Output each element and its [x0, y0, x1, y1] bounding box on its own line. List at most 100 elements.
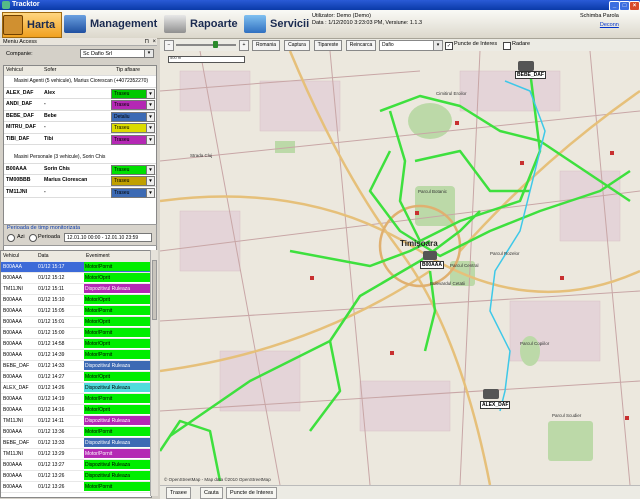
event-vehicle: BEBE_DAF — [3, 363, 30, 369]
event-type: Motor/Oprit — [84, 273, 151, 282]
event-row[interactable]: B00AAA 01/12 13:26 Motor/Pornit — [1, 482, 151, 493]
zoom-out-button[interactable]: − — [164, 40, 174, 51]
chevron-down-icon: ▾ — [146, 135, 154, 144]
event-row[interactable]: B00AAA 01/12 14:39 Motor/Pornit — [1, 350, 151, 361]
logout-link[interactable]: Deconn — [580, 22, 619, 29]
display-type-select[interactable]: Traseu ▾ — [111, 88, 155, 99]
event-type: Dispozitivul Ruleaza — [84, 284, 151, 293]
vehicle-row[interactable]: B00AAA Sorin Chis Traseu ▾ — [4, 164, 156, 175]
home-icon — [3, 15, 23, 35]
event-row[interactable]: B00AAA 01/12 15:12 Motor/Oprit — [1, 273, 151, 284]
event-row[interactable]: B00AAA 01/12 15:17 Motor/Pornit — [1, 262, 151, 273]
display-type-select[interactable]: Traseu ▾ — [111, 123, 155, 133]
tab-cauta[interactable]: Cauta — [200, 487, 223, 499]
close-icon[interactable]: × — [152, 38, 156, 46]
harta-tab[interactable]: Harta — [2, 12, 62, 38]
zoom-in-button[interactable]: + — [239, 40, 249, 51]
servicii-tab[interactable]: Servicii — [244, 12, 309, 36]
scale-label: 500 m — [170, 55, 182, 60]
period-input[interactable]: 12.01.10 00:00 - 12.01.10 23:59 — [64, 233, 152, 242]
event-type: Motor/Pornit — [84, 306, 151, 315]
event-vehicle: B00AAA — [3, 462, 22, 468]
event-row[interactable]: B00AAA 01/12 15:10 Motor/Oprit — [1, 295, 151, 306]
vehicle-row[interactable]: TM00BBB Marius Ciorescan Traseu ▾ — [4, 175, 156, 187]
poi-checkbox[interactable]: ✓ — [445, 42, 453, 50]
tab-trasee[interactable]: Trasee — [166, 487, 191, 499]
driver-name: - — [44, 188, 46, 195]
vehicle-row[interactable]: MITRU_DAF - Traseu ▾ — [4, 122, 156, 134]
event-row[interactable]: B00AAA 01/12 15:05 Motor/Pornit — [1, 306, 151, 317]
event-vehicle: B00AAA — [3, 341, 22, 347]
event-date: 01/12 13:29 — [38, 451, 65, 457]
map-view[interactable]: 500 m Timişoara BEBE_DAF ALEX_DAF B00AAA… — [160, 51, 640, 485]
vehicle-row[interactable]: ANDI_DAF - Traseu ▾ — [4, 99, 156, 111]
harta-label: Harta — [27, 19, 56, 31]
tab-puncte-de-interes[interactable]: Puncte de Interes — [226, 487, 278, 499]
event-row[interactable]: TM11JNI 01/12 14:11 Dispozitivul Ruleaza — [1, 416, 151, 427]
event-row[interactable]: BEBE_DAF 01/12 14:33 Dispozitivul Ruleaza — [1, 361, 151, 372]
pin-icon[interactable]: ⊓ — [144, 38, 149, 46]
user-name: Utilizator: Demo (Demo) — [312, 13, 371, 19]
display-type-select[interactable]: Traseu ▾ — [111, 100, 155, 110]
event-row[interactable]: B00AAA 01/12 14:27 Motor/Oprit — [1, 372, 151, 383]
vehicle-row[interactable]: BEBE_DAF Bebe Detaliu ▾ — [4, 111, 156, 122]
vehicle-label-b00aaa[interactable]: B00AAA — [420, 261, 445, 269]
driver-name: Bebe — [44, 112, 57, 119]
event-type: Motor/Pornit — [84, 350, 151, 359]
event-type: Motor/Oprit — [84, 317, 151, 326]
driver-name: Sorin Chis — [44, 165, 70, 172]
radio-azi[interactable] — [7, 234, 15, 242]
event-row[interactable]: B00AAA 01/12 15:01 Motor/Oprit — [1, 317, 151, 328]
event-row[interactable]: B00AAA 01/12 13:26 Dispozitivul Ruleaza — [1, 471, 151, 482]
event-row[interactable]: TM11JNI 01/12 13:29 Motor/Pornit — [1, 449, 151, 460]
group-personale[interactable]: Masini Personale (3 vehicule), Sorin Chi… — [4, 152, 156, 164]
vehicle-label-alex[interactable]: ALEX_DAF — [480, 401, 511, 409]
group-agenti[interactable]: Masini Agenti (5 vehicule), Marius Ciore… — [4, 76, 156, 88]
event-row[interactable]: B00AAA 01/12 14:16 Motor/Oprit — [1, 405, 151, 416]
rapoarte-tab[interactable]: Rapoarte — [164, 12, 238, 36]
period-header: Perioada de timp monitorizata — [7, 225, 81, 231]
event-row[interactable]: TM11JNI 01/12 15:11 Dispozitivul Ruleaza — [1, 284, 151, 295]
event-vehicle: TM11JNI — [3, 286, 23, 292]
vehicle-row[interactable]: ALEX_DAF Alex Traseu ▾ — [4, 88, 156, 99]
display-type-select[interactable]: Traseu ▾ — [111, 134, 155, 145]
event-row[interactable]: B00AAA 01/12 13:27 Dispozitivul Ruleaza — [1, 460, 151, 471]
display-type-select[interactable]: Traseu ▾ — [111, 164, 155, 175]
event-row[interactable]: B00AAA 01/12 15:00 Motor/Pornit — [1, 328, 151, 339]
vehicle-id: MITRU_DAF — [6, 124, 36, 130]
layer-select[interactable]: Dafio ▾ — [379, 40, 443, 51]
reload-button[interactable]: Reincarca — [346, 40, 376, 51]
display-type-select[interactable]: Detaliu ▾ — [111, 111, 155, 122]
event-row[interactable]: B00AAA 01/12 14:19 Motor/Pornit — [1, 394, 151, 405]
menu-header: Meniu Access ⊓ × — [0, 38, 157, 46]
map-label: Cimitirul Eroilor — [436, 91, 467, 96]
vehicle-row[interactable]: TIBI_DAF Tibi Traseu ▾ — [4, 134, 156, 145]
radio-perioada[interactable] — [29, 234, 37, 242]
company-select[interactable]: Sc Dafio Srl ▾ — [80, 49, 154, 58]
scroll-thumb[interactable] — [152, 260, 157, 320]
events-table-header: Vehicul Data Eveniment — [1, 251, 151, 262]
map-canvas[interactable] — [160, 51, 640, 485]
event-vehicle: B00AAA — [3, 484, 22, 490]
zoom-slider-thumb[interactable] — [213, 41, 218, 48]
radar-checkbox[interactable] — [503, 42, 511, 50]
print-button[interactable]: Tipareste — [314, 40, 342, 51]
vehicle-row[interactable]: TM11JNI - Traseu ▾ — [4, 187, 156, 198]
management-tab[interactable]: Management — [64, 12, 157, 36]
event-row[interactable]: BEBE_DAF 01/12 13:33 Dispozitivul Ruleaza — [1, 438, 151, 449]
display-type-select[interactable]: Traseu ▾ — [111, 187, 155, 198]
map-attribution: © OpenStreetMap - Map data ©2010 OpenStr… — [164, 477, 271, 482]
event-row[interactable]: B00AAA 01/12 13:36 Motor/Pornit — [1, 427, 151, 438]
events-scrollbar[interactable] — [150, 250, 158, 496]
map-label: Parcul Rozelor — [490, 251, 520, 256]
zoom-slider[interactable] — [176, 44, 236, 46]
driver-name: - — [44, 101, 46, 107]
event-date: 01/12 13:27 — [38, 462, 65, 468]
vehicle-label-bebe[interactable]: BEBE_DAF — [515, 71, 546, 79]
event-row[interactable]: ALEX_DAF 01/12 14:26 Dispozitivul Ruleaza — [1, 383, 151, 394]
display-type-select[interactable]: Traseu ▾ — [111, 176, 155, 186]
romania-button[interactable]: Romania — [252, 40, 280, 51]
change-password-link[interactable]: Schimba Parola — [580, 13, 619, 20]
captura-button[interactable]: Captura — [284, 40, 310, 51]
event-row[interactable]: B00AAA 01/12 14:58 Motor/Oprit — [1, 339, 151, 350]
